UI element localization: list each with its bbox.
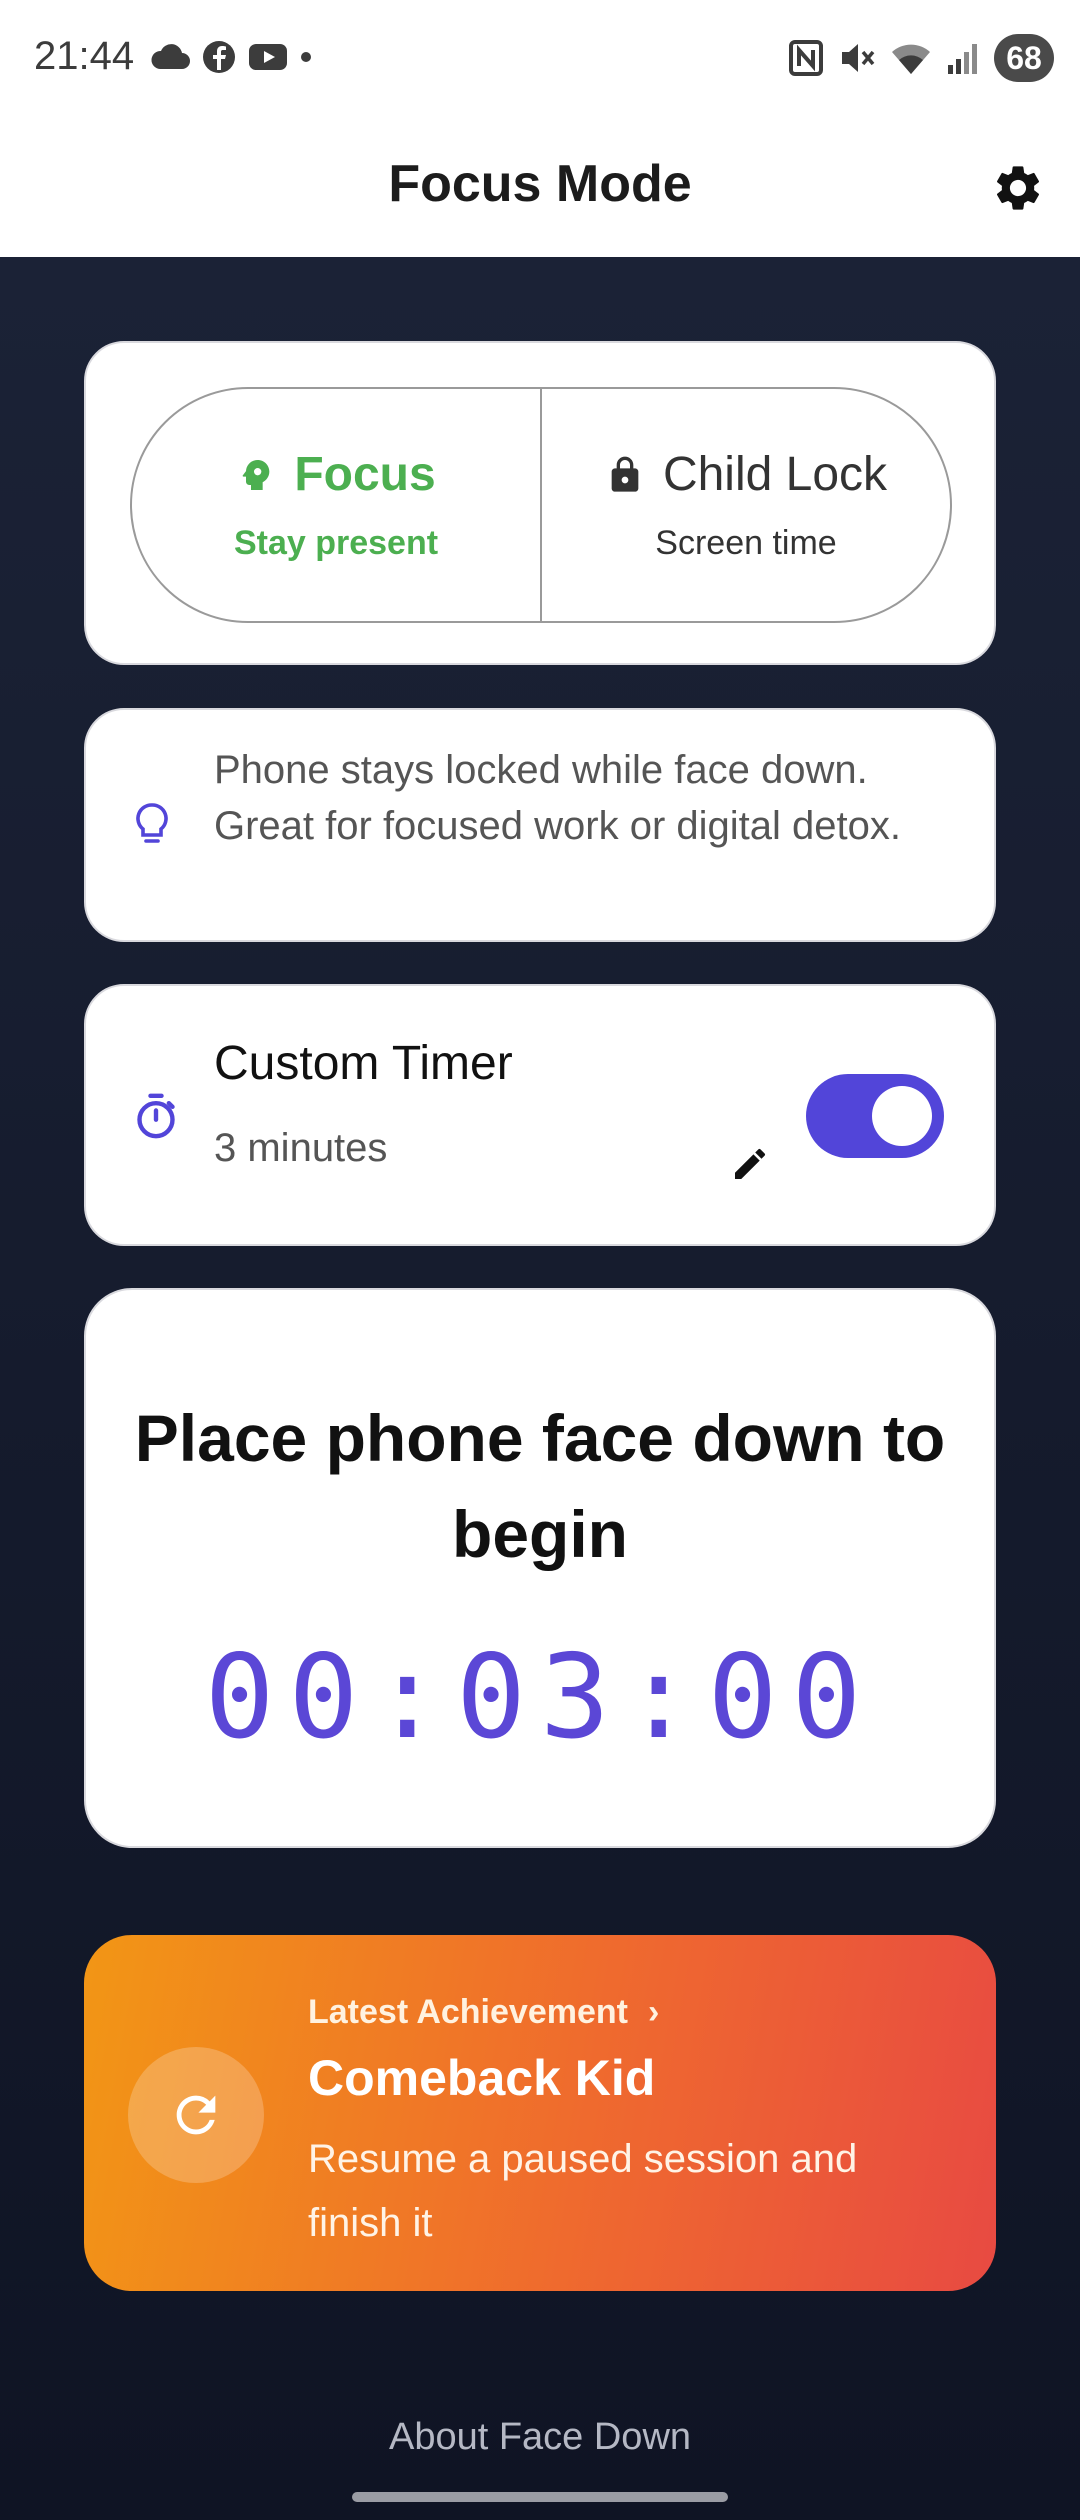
brain-head-icon (242, 459, 270, 490)
edit-timer-button[interactable] (720, 1134, 780, 1194)
dot-icon (301, 52, 311, 62)
achievement-description: Resume a paused session and finish it (308, 2137, 858, 2245)
facebook-icon (203, 41, 235, 73)
achievement-title: Comeback Kid (308, 2050, 656, 2106)
custom-timer-toggle[interactable] (806, 1074, 944, 1158)
toggle-knob (872, 1086, 932, 1146)
stopwatch-icon (137, 1093, 175, 1139)
cloud-icon (151, 44, 190, 69)
mode-focus-option[interactable]: Focus Stay present (132, 389, 540, 621)
lock-icon (611, 456, 639, 492)
mode-focus-label: Focus (294, 448, 436, 501)
nfc-icon (789, 40, 823, 76)
mode-segmented-control: Focus Stay present Child Lock Screen tim… (130, 387, 952, 623)
home-indicator[interactable] (352, 2492, 728, 2502)
latest-achievement-card[interactable]: Latest Achievement › Comeback Kid Resume… (84, 1935, 996, 2291)
signal-icon (948, 44, 977, 74)
custom-timer-title: Custom Timer (214, 1037, 513, 1090)
mode-focus-subtitle: Stay present (233, 524, 439, 562)
battery-indicator: 68 (994, 34, 1054, 82)
status-bar: 21:44 68 (0, 0, 1080, 124)
achievement-label-text: Latest Achievement (308, 1993, 628, 2031)
custom-timer-card[interactable]: Custom Timer 3 minutes (84, 984, 996, 1246)
info-card: Phone stays locked while face down. Grea… (84, 708, 996, 942)
chevron-right-icon: › (647, 1993, 660, 2031)
wifi-icon (892, 44, 930, 74)
mode-child-lock-option[interactable]: Child Lock Screen time (540, 389, 950, 621)
refresh-icon (176, 2095, 216, 2135)
youtube-icon (249, 44, 287, 70)
achievement-section-label: Latest Achievement › (308, 1993, 659, 2032)
countdown-card: Place phone face down to begin 00:03:00 (84, 1288, 996, 1848)
page-title: Focus Mode (388, 155, 692, 213)
countdown-timer: 00:03:00 (204, 1630, 876, 1765)
main-content: Focus Stay present Child Lock Screen tim… (0, 257, 1080, 2520)
about-link[interactable]: About Face Down (0, 2416, 1080, 2459)
mode-child-lock-label: Child Lock (662, 448, 888, 501)
settings-button[interactable] (980, 150, 1056, 226)
lightbulb-icon (136, 803, 168, 843)
pencil-icon (735, 1148, 766, 1179)
status-notification-icons (150, 40, 312, 74)
countdown-prompt: Place phone face down to begin (134, 1401, 946, 1571)
app-header: Focus Mode (0, 124, 1080, 257)
status-system-icons: 68 (788, 34, 1054, 82)
mute-icon (842, 44, 875, 72)
achievement-icon-badge (128, 2047, 264, 2183)
gear-icon (996, 166, 1040, 210)
info-text: Phone stays locked while face down. Grea… (214, 748, 901, 848)
status-time: 21:44 (34, 34, 135, 78)
mode-selector-card: Focus Stay present Child Lock Screen tim… (84, 341, 996, 665)
custom-timer-duration: 3 minutes (214, 1126, 388, 1170)
mode-child-lock-subtitle: Screen time (655, 524, 837, 562)
